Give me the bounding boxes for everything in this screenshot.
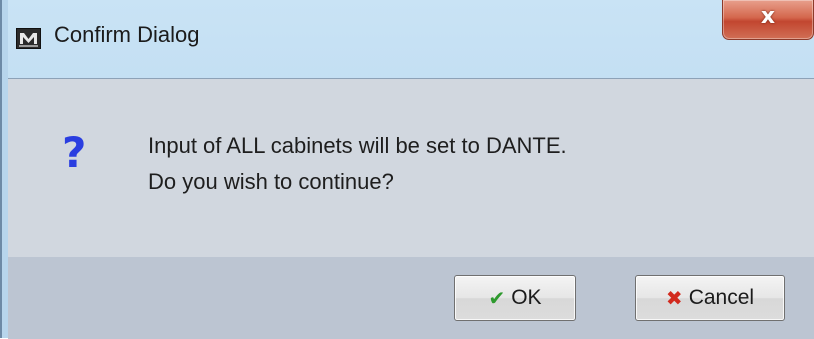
message-area: ? Input of ALL cabinets will be set to D… [8, 79, 814, 257]
window-title: Confirm Dialog [54, 22, 200, 47]
close-icon: x [760, 4, 776, 29]
dialog-body: ? Input of ALL cabinets will be set to D… [8, 78, 814, 339]
vu-net-app-icon[interactable] [16, 28, 41, 49]
ok-button[interactable]: ✔ OK [454, 275, 576, 321]
title-bar[interactable]: Confirm Dialog x [8, 0, 814, 78]
cancel-button-label: Cancel [688, 286, 755, 309]
cross-icon: ✖ [665, 286, 683, 310]
message-line-1: Input of ALL cabinets will be set to DAN… [148, 133, 567, 158]
close-button[interactable]: x [722, 0, 814, 40]
cancel-button[interactable]: ✖ Cancel [635, 275, 785, 321]
confirm-dialog-window: Confirm Dialog x ? Input of ALL cabinets… [0, 0, 814, 339]
question-icon: ? [62, 128, 87, 177]
checkmark-icon: ✔ [488, 286, 506, 310]
ok-button-label: OK [511, 286, 542, 309]
button-bar: ✔ OK ✖ Cancel [8, 257, 814, 339]
message-line-2: Do you wish to continue? [148, 169, 394, 194]
